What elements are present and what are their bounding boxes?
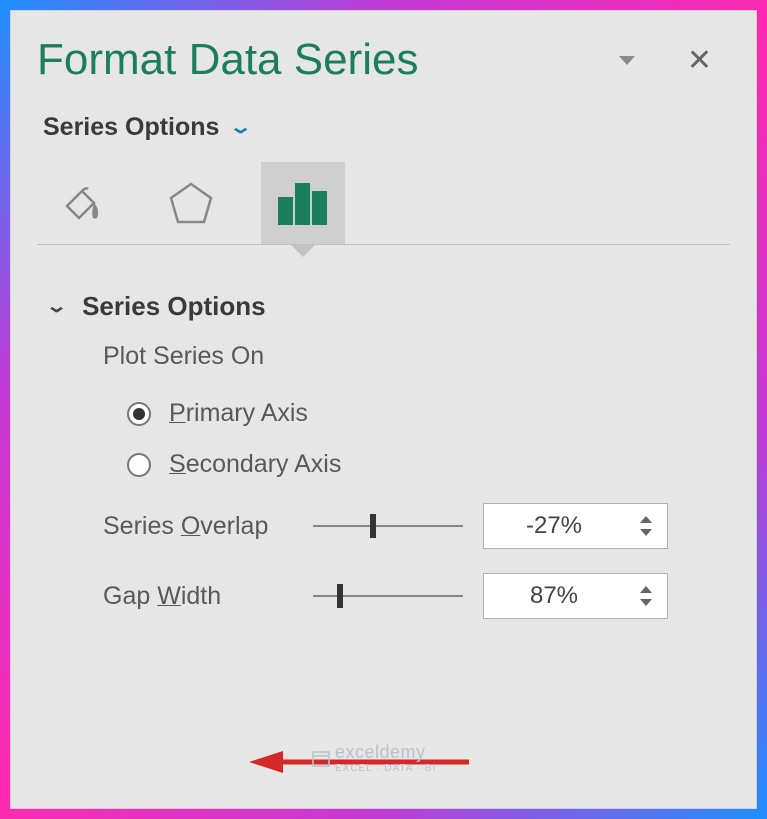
pentagon-icon (164, 176, 218, 230)
series-overlap-step-up[interactable] (640, 516, 652, 523)
series-overlap-step-down[interactable] (640, 529, 652, 536)
series-overlap-label: Series Overlap (103, 512, 293, 541)
format-data-series-panel: Format Data Series ✕ Series Options ⌄ (10, 10, 757, 809)
series-options-dropdown[interactable]: Series Options ⌄ (43, 113, 730, 142)
series-overlap-slider[interactable] (313, 511, 463, 541)
tab-effects[interactable] (149, 162, 233, 244)
gap-width-input[interactable] (484, 574, 624, 618)
annotation-arrow-icon (249, 748, 469, 776)
radio-secondary-axis[interactable]: Secondary Axis (127, 450, 730, 479)
gap-width-slider[interactable] (313, 581, 463, 611)
radio-icon-unchecked (127, 453, 151, 477)
options-dropdown-icon[interactable] (619, 56, 635, 65)
radio-primary-axis[interactable]: Primary Axis (127, 399, 730, 428)
watermark-subtext: EXCEL · DATA · BI (335, 763, 436, 774)
gap-width-step-down[interactable] (640, 599, 652, 606)
radio-secondary-label: Secondary Axis (169, 450, 341, 479)
chevron-down-icon: ⌄ (45, 296, 68, 317)
bar-chart-icon (274, 179, 332, 227)
gap-width-spinner (483, 573, 668, 619)
panel-header: Format Data Series ✕ (37, 35, 730, 85)
series-overlap-spinner (483, 503, 668, 549)
tab-fill-line[interactable] (37, 162, 121, 244)
close-button[interactable]: ✕ (687, 43, 712, 78)
format-tab-row (37, 162, 730, 245)
plot-series-on-label: Plot Series On (103, 342, 730, 371)
tab-series-options[interactable] (261, 162, 345, 244)
watermark-text: exceldemy (335, 742, 436, 763)
series-overlap-row: Series Overlap (103, 503, 730, 549)
gap-width-label: Gap Width (103, 582, 293, 611)
chevron-down-icon: ⌄ (229, 117, 253, 138)
series-overlap-input[interactable] (484, 504, 624, 548)
section-title: Series Options (82, 291, 266, 322)
panel-header-controls: ✕ (619, 43, 712, 78)
series-options-section-header[interactable]: ⌄ Series Options (49, 291, 730, 322)
panel-title: Format Data Series (37, 35, 418, 85)
radio-icon-checked (127, 402, 151, 426)
plot-axis-radio-group: Primary Axis Secondary Axis (127, 399, 730, 479)
series-options-label: Series Options (43, 113, 219, 142)
watermark-logo-icon (311, 748, 331, 768)
paint-bucket-icon (52, 176, 106, 230)
gap-width-step-up[interactable] (640, 586, 652, 593)
watermark: exceldemy EXCEL · DATA · BI (311, 742, 436, 774)
radio-primary-label: Primary Axis (169, 399, 308, 428)
gap-width-row: Gap Width (103, 573, 730, 619)
